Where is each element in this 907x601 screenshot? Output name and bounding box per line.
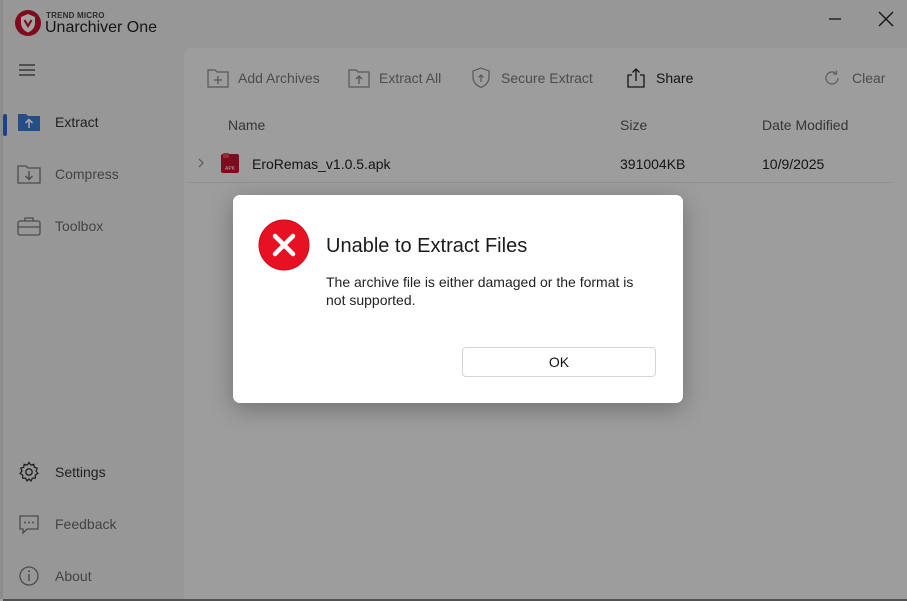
dialog-title: Unable to Extract Files: [326, 235, 528, 257]
dialog-message: The archive file is either damaged or th…: [326, 274, 634, 308]
error-dialog: Unable to Extract Files The archive file…: [233, 195, 683, 403]
ok-button[interactable]: OK: [462, 347, 656, 377]
error-icon: [258, 219, 310, 271]
